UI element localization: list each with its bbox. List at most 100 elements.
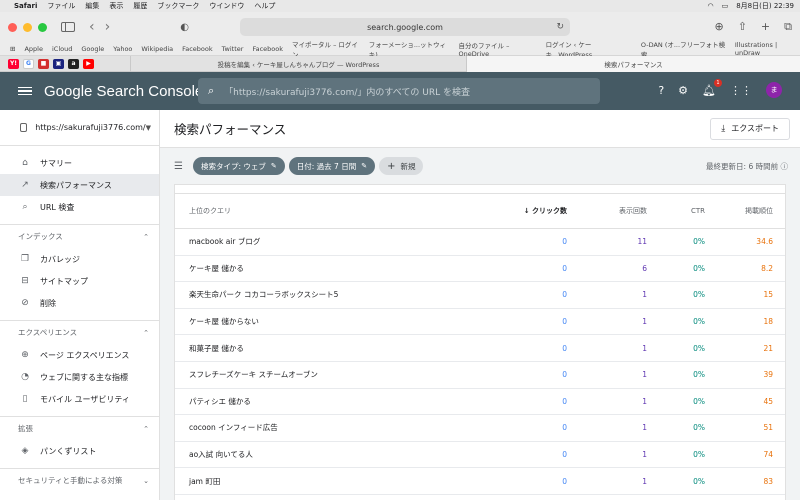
impressions-cell: 1: [642, 476, 647, 486]
close-window-button[interactable]: [8, 22, 17, 32]
search-type-filter[interactable]: 検索タイプ: ウェブ ✎: [192, 157, 285, 175]
pinned-tab-amazon[interactable]: a: [68, 58, 79, 69]
table-row[interactable]: ケーキ屋 儲かる 0 6 0% 8.2: [175, 256, 785, 283]
menu-help[interactable]: ヘルプ: [254, 1, 275, 11]
sidebar-item-core-web-vitals[interactable]: ◔ ウェブに関する主な指標: [0, 366, 159, 388]
apps-grid-icon[interactable]: ⋮⋮: [730, 84, 752, 97]
pinned-tab-youtube[interactable]: ▶: [83, 58, 94, 69]
favorite-link[interactable]: Apple: [24, 45, 43, 53]
table-row[interactable]: ao入試 向いてる人 0 1 0% 74: [175, 442, 785, 469]
sidebar-item-page-experience[interactable]: ⊕ ページ エクスペリエンス: [0, 344, 159, 366]
tab-search-performance[interactable]: 検索パフォーマンス: [466, 55, 800, 72]
zoom-window-button[interactable]: [38, 22, 47, 32]
sidebar-item-url-inspection[interactable]: ⌕ URL 検査: [0, 196, 159, 218]
account-settings-icon[interactable]: ⚙: [678, 84, 688, 97]
menu-icon[interactable]: [18, 86, 32, 96]
col-impressions-header[interactable]: 表示回数: [567, 206, 647, 216]
avatar[interactable]: ま: [766, 82, 782, 98]
pinned-tab-blue[interactable]: ▣: [53, 58, 64, 69]
favorite-link[interactable]: Google: [81, 45, 104, 53]
downloads-icon[interactable]: ⊕: [714, 20, 723, 34]
table-row[interactable]: 和菓子屋 儲かる 0 1 0% 21: [175, 335, 785, 362]
reload-icon[interactable]: ↻: [556, 22, 564, 32]
forward-icon[interactable]: ›: [105, 19, 111, 35]
sidebar-item-label: ページ エクスペリエンス: [40, 350, 130, 360]
datetime[interactable]: 8月8日(日) 22:39: [736, 1, 794, 11]
property-selector[interactable]: https://sakurafuji3776.com/ ▼: [0, 110, 159, 146]
sidebar-item-search-performance[interactable]: ↗ 検索パフォーマンス: [0, 174, 159, 196]
table-row[interactable]: macbook air ブログ 0 11 0% 34.6: [175, 229, 785, 256]
sidebar-toggle-icon[interactable]: [61, 22, 75, 32]
menu-file[interactable]: ファイル: [47, 1, 75, 11]
col-query-header[interactable]: 上位のクエリ: [175, 206, 485, 216]
pinned-tab-google[interactable]: G: [23, 58, 34, 69]
impressions-cell: 1: [642, 290, 647, 300]
help-circle-icon[interactable]: ⓘ: [781, 162, 789, 171]
new-filter-button[interactable]: + 新規: [379, 157, 424, 175]
section-label: 拡張: [18, 424, 33, 433]
chevron-down-icon: ⌄: [143, 476, 149, 485]
share-icon[interactable]: ⇧: [738, 20, 747, 34]
sidebar-item-breadcrumbs[interactable]: ◈ パンくずリスト: [0, 440, 159, 462]
favorite-link[interactable]: Twitter: [222, 45, 244, 53]
sidebar-item-sitemaps[interactable]: ⊟ サイトマップ: [0, 270, 159, 292]
chip-label: 新規: [400, 161, 416, 171]
menu-bookmarks[interactable]: ブックマーク: [157, 1, 199, 11]
export-button[interactable]: ⤓ エクスポート: [710, 117, 790, 140]
sidebar-item-mobile-usability[interactable]: ▯ モバイル ユーザビリティ: [0, 388, 159, 410]
new-tab-icon[interactable]: +: [761, 20, 770, 34]
ctr-cell: 0%: [693, 396, 705, 406]
url-inspect-search[interactable]: ⌕ 「https://sakurafuji3776.com/」内のすべての UR…: [198, 78, 600, 104]
menu-edit[interactable]: 編集: [85, 1, 99, 11]
menu-safari[interactable]: Safari: [14, 2, 37, 10]
query-cell: スフレチーズケーキ スチームオーブン: [189, 370, 318, 380]
notifications-icon[interactable]: 🔔︎ 1: [702, 78, 722, 97]
filter-icon[interactable]: ☰: [174, 161, 183, 172]
col-clicks-header[interactable]: ↓ クリック数: [485, 206, 567, 216]
favorite-link[interactable]: Wikipedia: [141, 45, 173, 53]
pinned-tab-red[interactable]: ■: [38, 58, 49, 69]
tab-wordpress[interactable]: 投稿を編集 ‹ ケーキ屋しんちゃんブログ — WordPress: [130, 55, 466, 72]
sidebar-item-label: モバイル ユーザビリティ: [40, 394, 130, 404]
menu-window[interactable]: ウインドウ: [209, 1, 244, 11]
wifi-icon[interactable]: ◠: [707, 2, 713, 10]
col-ctr-header[interactable]: CTR: [647, 207, 705, 215]
privacy-shield-icon[interactable]: ◐: [180, 22, 189, 33]
menu-history[interactable]: 履歴: [133, 1, 147, 11]
favorite-link[interactable]: Facebook: [252, 45, 283, 53]
table-row[interactable]: スフレチーズケーキ スチームオーブン 0 1 0% 39: [175, 362, 785, 389]
pinned-tab-yahoo[interactable]: Y!: [8, 58, 19, 69]
favorite-link[interactable]: Facebook: [182, 45, 213, 53]
app-title[interactable]: Google Search Console: [44, 83, 203, 100]
table-row[interactable]: パティシエ 儲かる 0 1 0% 45: [175, 389, 785, 416]
plus-circle-icon: ⊕: [21, 350, 29, 360]
table-row[interactable]: ケーキ屋 儲からない 0 1 0% 18: [175, 309, 785, 336]
tab-overview-icon[interactable]: ⧉: [784, 20, 792, 34]
ctr-cell: 0%: [693, 370, 705, 380]
table-row[interactable]: 楽天生命パーク コカコーラボックスシート5 0 1 0% 15: [175, 282, 785, 309]
menu-view[interactable]: 表示: [109, 1, 123, 11]
edit-icon: ✎: [270, 162, 277, 170]
date-filter[interactable]: 日付: 過去 7 日間 ✎: [288, 157, 376, 175]
section-index[interactable]: インデックス ⌃: [0, 224, 159, 248]
sidebar-item-removals[interactable]: ⊘ 削除: [0, 292, 159, 314]
favorite-link[interactable]: iCloud: [52, 45, 72, 53]
sidebar-item-summary[interactable]: ⌂ サマリー: [0, 152, 159, 174]
minimize-window-button[interactable]: [23, 22, 32, 32]
table-row[interactable]: cocoon インフィード広告 0 1 0% 51: [175, 415, 785, 442]
col-position-header[interactable]: 掲載順位: [705, 206, 773, 216]
favorites-grid-icon[interactable]: ⊞: [10, 45, 15, 53]
back-icon[interactable]: ‹: [89, 19, 95, 35]
section-security[interactable]: セキュリティと手動による対策 ⌄: [0, 468, 159, 492]
favorite-link[interactable]: Illustrations | unDraw: [735, 41, 800, 57]
address-bar[interactable]: search.google.com ↻: [240, 18, 570, 36]
help-icon[interactable]: ?: [658, 84, 664, 97]
sidebar-item-coverage[interactable]: ❐ カバレッジ: [0, 248, 159, 270]
favorite-link[interactable]: Yahoo: [113, 45, 132, 53]
section-enhancements[interactable]: 拡張 ⌃: [0, 416, 159, 440]
query-cell: cocoon インフィード広告: [189, 423, 278, 433]
battery-icon[interactable]: ▭: [722, 2, 729, 10]
section-experience[interactable]: エクスペリエンス ⌃: [0, 320, 159, 344]
table-row[interactable]: jam 町田 0 1 0% 83: [175, 468, 785, 495]
position-cell: 51: [763, 423, 773, 433]
